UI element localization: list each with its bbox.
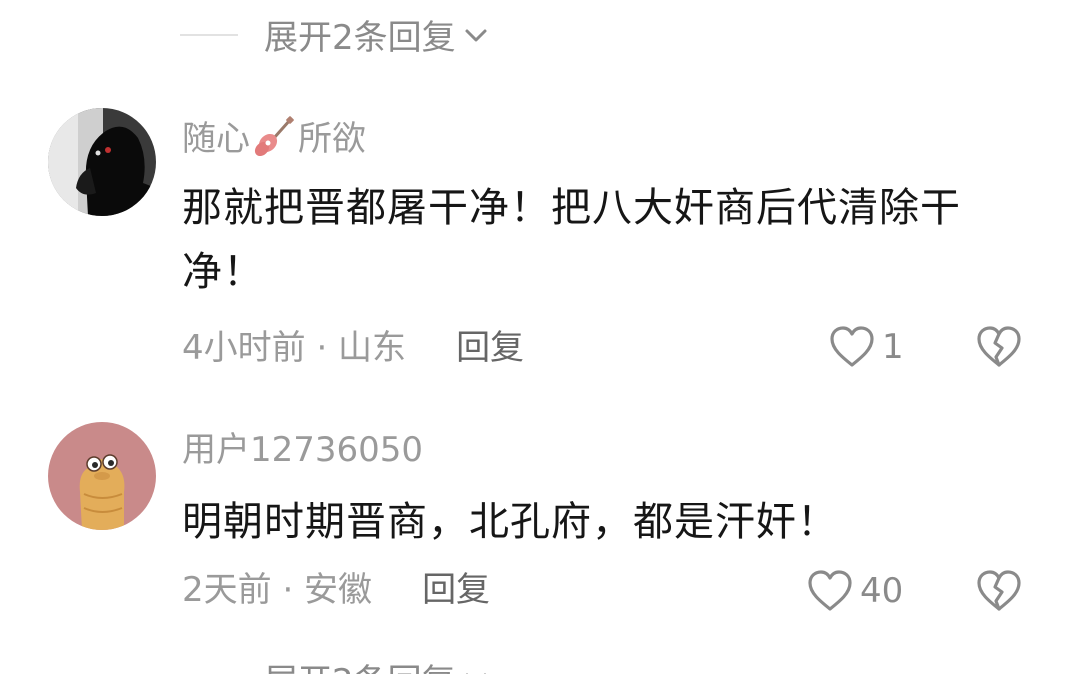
heart-outline-icon (830, 326, 874, 367)
username[interactable]: 用户12736050 (182, 430, 423, 470)
divider-line (180, 33, 238, 36)
heart-outline-icon (808, 570, 852, 611)
comment-text: 明朝时期晋商，北孔府，都是汗奸！ (182, 499, 838, 545)
expand-replies-button[interactable]: 展开2条回复 (180, 10, 490, 59)
broken-heart-icon (977, 570, 1021, 611)
guitar-emoji (254, 116, 294, 156)
comment-meta: 2天前 · 安徽 回复 (182, 570, 490, 610)
avatar[interactable] (48, 108, 156, 216)
dislike-button[interactable] (975, 324, 1023, 370)
reply-button[interactable]: 回复 (422, 570, 490, 610)
comment-text: 那就把晋都屠干净！把八大奸商后代清除干净！ (182, 185, 961, 295)
comment-list: 展开2条回复 随心 所欲 那就把晋都屠干净！把八大奸商后代清除干净！ 4小时前 … (0, 0, 1080, 674)
broken-heart-icon (977, 326, 1021, 367)
expand-replies-button[interactable]: 展开2条回复 (180, 654, 490, 674)
like-button[interactable]: 1 (828, 324, 904, 370)
dislike-button[interactable] (975, 568, 1023, 614)
username[interactable]: 随心 所欲 (182, 116, 366, 159)
comment-meta: 4小时前 · 山东 回复 (182, 328, 524, 368)
expand-replies-label: 展开2条回复 (264, 654, 456, 674)
like-button[interactable]: 40 (806, 568, 903, 614)
time-location: 2天前 · 安徽 (182, 570, 373, 610)
time-location: 4小时前 · 山东 (182, 328, 407, 368)
reply-button[interactable]: 回复 (456, 328, 524, 368)
chevron-down-icon (465, 673, 487, 674)
avatar[interactable] (48, 422, 156, 530)
like-count: 1 (882, 327, 904, 367)
chevron-down-icon (465, 29, 487, 41)
like-count: 40 (860, 571, 904, 611)
expand-replies-label: 展开2条回复 (264, 18, 456, 58)
